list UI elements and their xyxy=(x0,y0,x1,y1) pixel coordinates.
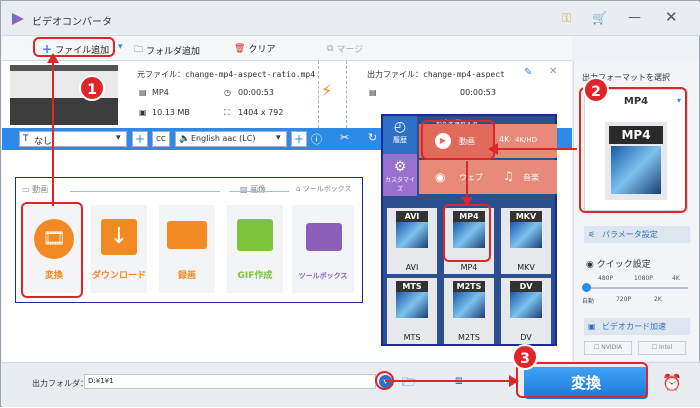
highlight-folder-dropdown xyxy=(375,371,394,390)
arrowhead-1 xyxy=(47,53,59,63)
arrowhead-4 xyxy=(509,375,519,387)
app-window: ビデオコンバータ ⚿ 🛒 — ✕ + ファイル追加 ▾ 🗀 フォルダ追加 🗑 ク… xyxy=(0,0,700,407)
arrowhead-3 xyxy=(461,197,473,206)
step-badge-3: 3 xyxy=(512,344,538,370)
step-badge-2: 2 xyxy=(583,77,609,103)
annotation-arrows xyxy=(47,53,577,387)
step-badge-1: 1 xyxy=(79,75,105,101)
arrowhead-2 xyxy=(488,143,498,155)
